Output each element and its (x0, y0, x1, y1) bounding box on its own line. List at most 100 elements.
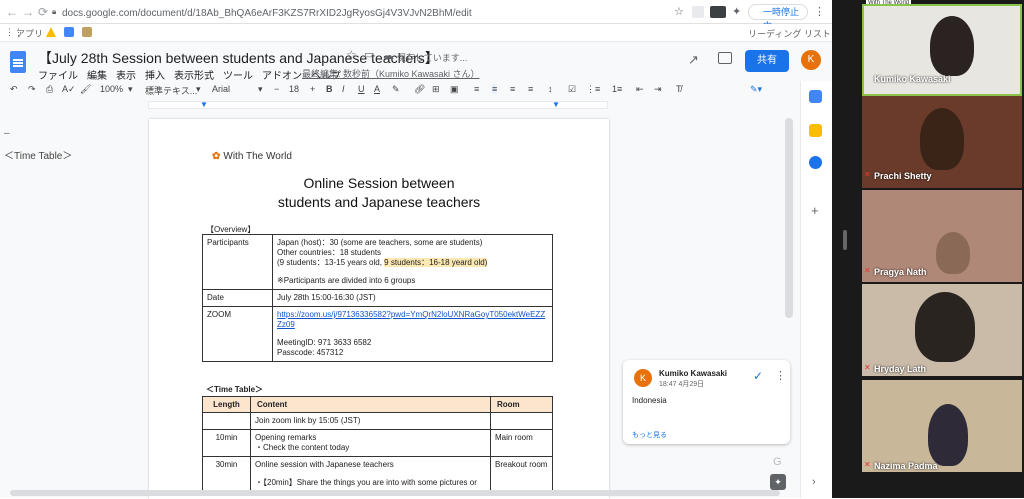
folder-icon[interactable]: ▭ (364, 48, 374, 61)
chevron-right-icon[interactable]: › (812, 476, 816, 488)
undo-icon[interactable]: ↶ (10, 84, 18, 95)
activity-trend-icon[interactable]: ↗ (688, 52, 699, 68)
column-header: Content (250, 396, 491, 413)
logo-text: With The World (223, 151, 292, 162)
bookmark-icon[interactable] (64, 27, 74, 37)
participant-avatar (928, 404, 968, 466)
url-field[interactable]: docs.google.com/document/d/18Ab_BhQA6eAr… (62, 8, 472, 19)
italic-icon[interactable]: I (342, 84, 345, 94)
comment-history-icon[interactable] (718, 52, 732, 64)
account-avatar[interactable]: K (801, 50, 821, 70)
image-icon[interactable]: ▣ (450, 84, 459, 95)
link-icon[interactable]: 🔗︎ (414, 84, 425, 95)
redo-icon[interactable]: ↷ (28, 84, 36, 95)
underline-icon[interactable]: U (358, 84, 365, 94)
table-cell (490, 412, 553, 430)
table-cell: Online session with Japanese teachers ・【2… (250, 456, 491, 492)
spellcheck-icon[interactable]: A✓ (62, 84, 76, 95)
align-center-icon[interactable]: ≡ (492, 84, 498, 94)
extension-icon[interactable] (710, 6, 726, 18)
indent-marker-icon[interactable]: ▼ (552, 100, 560, 109)
add-comment-icon[interactable]: ⊞ (432, 84, 440, 95)
timetable-table: Length Content Room Join zoom link by 15… (202, 396, 553, 492)
vertical-scrollbar[interactable] (785, 118, 793, 318)
bookmark-icon[interactable] (82, 27, 92, 37)
column-header: Room (490, 396, 553, 413)
flower-logo-icon: ✿ (212, 151, 221, 162)
editing-mode-icon[interactable]: ✎▾ (750, 84, 762, 95)
more-vert-icon[interactable]: ⋮ (775, 369, 786, 382)
bulleted-list-icon[interactable]: ⋮≡ (586, 84, 600, 95)
resolve-check-icon[interactable]: ✓ (753, 369, 763, 383)
font-size-decrease-icon[interactable]: − (274, 84, 279, 94)
grammarly-icon[interactable]: G (773, 456, 782, 468)
forward-icon[interactable]: → (22, 5, 34, 19)
comment-text: Indonesia (632, 396, 667, 405)
decrease-indent-icon[interactable]: ⇤ (636, 84, 644, 95)
explore-icon[interactable]: ✦ (770, 474, 786, 490)
table-row: 30min Online session with Japanese teach… (202, 456, 553, 492)
align-right-icon[interactable]: ≡ (510, 84, 515, 94)
add-addon-icon[interactable]: + (811, 203, 819, 218)
checklist-icon[interactable]: ☑ (568, 84, 576, 95)
muted-mic-icon: ✕ (864, 266, 871, 275)
show-more-link[interactable]: もっと見る (632, 430, 667, 440)
reading-list[interactable]: リーディング リスト (748, 27, 831, 40)
reload-icon[interactable]: ⟳ (38, 5, 48, 19)
font-size-input[interactable]: 18 (289, 84, 299, 94)
numbered-list-icon[interactable]: 1≡ (612, 84, 622, 94)
chevron-down-icon[interactable]: ▾ (196, 84, 201, 95)
align-justify-icon[interactable]: ≡ (528, 84, 533, 94)
table-cell: https://zoom.us/j/97136336582?pwd=YmQrN2… (272, 306, 553, 362)
share-button[interactable]: 共有 (745, 50, 789, 72)
zoom-select[interactable]: 100% (100, 84, 123, 94)
paint-format-icon[interactable]: 🖌︎ (80, 84, 91, 95)
table-cell: Breakout room (490, 456, 553, 492)
font-select[interactable]: Arial (212, 84, 230, 94)
outline-toggle[interactable]: – (4, 128, 10, 139)
font-size-increase-icon[interactable]: + (310, 84, 315, 94)
content-line: Online session with Japanese teachers (255, 460, 394, 469)
star-icon[interactable]: ☆ (346, 48, 357, 62)
chevron-down-icon[interactable]: ▾ (258, 84, 263, 95)
highlight-icon[interactable]: ✎ (392, 84, 400, 95)
outline-item[interactable]: ＜Time Table＞ (4, 147, 72, 162)
zoom-link[interactable]: https://zoom.us/j/97136336582?pwd=YmQrN2… (277, 310, 548, 330)
participant-avatar (936, 232, 970, 274)
bookmark-star-icon[interactable]: ☆ (674, 5, 684, 18)
chevron-down-icon[interactable]: ▾ (128, 84, 133, 95)
document-heading[interactable]: Online Session between students and Japa… (252, 174, 506, 212)
keep-icon[interactable] (809, 124, 822, 137)
participant-name: Hryday Lath (874, 364, 927, 374)
comment-time: 18:47 4月29日 (659, 381, 705, 388)
last-edit-link[interactable]: 最終編集: 数秒前（Kumiko Kawasaki さん） (302, 67, 480, 80)
puzzle-icon[interactable]: ✦ (732, 5, 741, 18)
horizontal-scrollbar[interactable] (10, 490, 780, 496)
docs-logo-icon[interactable] (10, 51, 26, 73)
document-title[interactable]: 【July 28th Session between students and … (38, 48, 439, 68)
extension-icon[interactable] (692, 6, 704, 18)
clear-format-icon[interactable]: T̸ (676, 84, 682, 94)
participants-line: Other countries：18 students (277, 248, 382, 257)
table-cell (202, 412, 251, 430)
more-vert-icon[interactable]: ⋮ (814, 5, 825, 18)
divider-handle-icon[interactable] (843, 230, 847, 250)
back-icon[interactable]: ← (6, 5, 18, 19)
text-color-icon[interactable]: A (374, 84, 380, 94)
participant-avatar (920, 108, 964, 170)
indent-marker-icon[interactable]: ▼ (200, 100, 208, 109)
bold-icon[interactable]: B (326, 84, 333, 94)
align-left-icon[interactable]: ≡ (474, 84, 479, 94)
table-cell: 30min (202, 456, 251, 492)
calendar-icon[interactable] (809, 90, 822, 103)
print-icon[interactable]: ⎙ (46, 84, 53, 95)
content-line: ・【20min】Share the things you are into wi… (255, 478, 477, 487)
table-cell: Date (202, 289, 273, 307)
line-spacing-icon[interactable]: ↕ (548, 84, 553, 94)
bookmark-apps[interactable]: アプリ (16, 27, 43, 40)
tasks-icon[interactable] (809, 156, 822, 169)
increase-indent-icon[interactable]: ⇥ (654, 84, 662, 95)
with-the-world-logo: ✿ With The World (212, 151, 292, 162)
style-select[interactable]: 標準テキス... (145, 84, 197, 97)
paused-button[interactable]: 一時停止中 (748, 4, 808, 31)
